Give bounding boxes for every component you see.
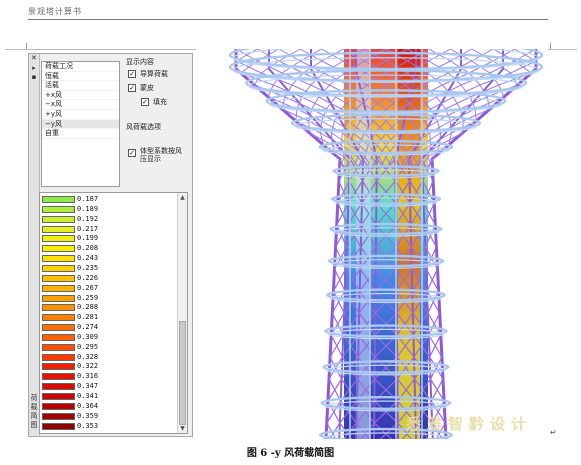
strip-label-char: 图 (30, 421, 38, 429)
legend-swatch (42, 294, 75, 302)
checkbox-shape-coefficient-label: 体型系数按风压显示 (140, 147, 182, 163)
checkbox-shape-coefficient[interactable]: ✓ (128, 149, 136, 157)
legend-swatch (42, 235, 75, 243)
legend-swatch (42, 363, 75, 371)
load-case-list-title: 荷载工况 (42, 62, 119, 72)
load-case-item[interactable]: −x风 (42, 100, 119, 110)
legend-swatch (42, 343, 75, 351)
tower-3d-view[interactable] (196, 49, 548, 439)
legend-value: 0.259 (77, 293, 99, 302)
load-case-item[interactable]: +y风 (42, 110, 119, 120)
checkbox-load-calc[interactable]: ✓ (128, 70, 136, 78)
legend-swatch (42, 304, 75, 312)
legend-swatch (42, 314, 75, 322)
legend-value: 0.328 (77, 352, 99, 361)
checkbox-fill-label: 填充 (153, 98, 167, 106)
load-case-item[interactable]: 活载 (42, 81, 119, 91)
legend-value: 0.288 (77, 303, 99, 312)
display-group-title: 显示内容 (126, 58, 154, 66)
legend-swatch (42, 333, 75, 341)
legend-value: 0.347 (77, 382, 99, 391)
legend-swatch (42, 274, 75, 282)
figure-caption: 图 6 -y 风荷载简图 (246, 448, 335, 459)
legend-value: 0.281 (77, 313, 99, 322)
legend-value: 0.199 (77, 234, 99, 243)
value-legend: 0.187 0.189 0.192 0.217 0.199 0.208 0.243 0.235… (39, 192, 188, 434)
pin-icon[interactable]: ▸ (30, 64, 38, 72)
legend-swatch (42, 373, 75, 381)
legend-swatch (42, 245, 75, 253)
legend-swatch (42, 353, 75, 361)
legend-value: 0.192 (77, 214, 99, 223)
legend-scrollbar[interactable]: ▲ ▼ (177, 193, 187, 433)
legend-value: 0.359 (77, 411, 99, 420)
legend-value: 0.187 (77, 195, 99, 203)
scroll-down-icon[interactable]: ▼ (178, 424, 187, 433)
legend-swatch (42, 196, 75, 203)
dock-icon[interactable]: ▪ (30, 73, 38, 81)
legend-value: 0.217 (77, 224, 99, 233)
load-case-item[interactable]: 自重 (42, 129, 119, 139)
wind-group-title: 风荷载选项 (126, 123, 161, 131)
legend-value: 0.189 (77, 204, 99, 213)
legend-value: 0.322 (77, 362, 99, 371)
strip-label-char: 载 (30, 403, 38, 411)
checkbox-skin-label: 蒙皮 (140, 84, 154, 92)
legend-value: 0.226 (77, 273, 99, 282)
legend-swatch (42, 215, 75, 223)
legend-value: 0.243 (77, 254, 99, 263)
legend-swatch (42, 255, 75, 263)
legend-value: 0.208 (77, 244, 99, 253)
legend-value: 0.316 (77, 372, 99, 381)
checkbox-load-calc-label: 导算荷载 (140, 70, 168, 78)
load-case-list[interactable]: 荷载工况 恒载 活载 +x风 −x风 +y风 −y风 自重 (41, 61, 120, 187)
legend-swatch (42, 383, 75, 391)
strip-label-char: 荷 (30, 394, 38, 402)
header-rule (28, 19, 548, 20)
legend-swatch (42, 284, 75, 292)
legend-swatch (42, 324, 75, 332)
legend-swatch (42, 412, 75, 420)
paragraph-mark: ↵ (550, 428, 557, 437)
scroll-up-icon[interactable]: ▲ (178, 193, 187, 202)
legend-swatch (42, 225, 75, 233)
legend-value: 0.341 (77, 392, 99, 400)
load-case-item[interactable]: +x风 (42, 91, 119, 101)
document-header: 景观塔计算书 (28, 7, 82, 16)
load-case-item[interactable]: 恒载 (42, 72, 119, 82)
legend-value: 0.364 (77, 401, 99, 410)
checkbox-fill[interactable]: ✓ (141, 98, 149, 106)
strip-label-char: 简 (30, 412, 38, 420)
legend-value: 0.353 (77, 421, 99, 430)
legend-swatch (42, 264, 75, 272)
legend-value: 0.295 (77, 342, 99, 351)
legend-swatch (42, 422, 75, 430)
legend-swatch (42, 393, 75, 400)
watermark-text: 悉雅智黔设计 (406, 415, 533, 433)
scroll-thumb[interactable] (179, 321, 186, 425)
checkbox-skin[interactable]: ✓ (128, 84, 136, 92)
load-case-item-selected[interactable]: −y风 (42, 119, 119, 130)
wind-load-panel: ✕ ▸ ▪ 荷 载 简 图 荷载工况 恒载 活载 +x风 −x风 +y风 −y风… (28, 53, 193, 437)
close-icon[interactable]: ✕ (31, 55, 37, 62)
tower-model (228, 49, 544, 439)
legend-swatch (42, 205, 75, 213)
legend-value: 0.267 (77, 283, 99, 292)
legend-swatch (42, 402, 75, 410)
legend-value: 0.235 (77, 263, 99, 272)
legend-value: 0.274 (77, 323, 99, 332)
legend-value: 0.309 (77, 332, 99, 341)
